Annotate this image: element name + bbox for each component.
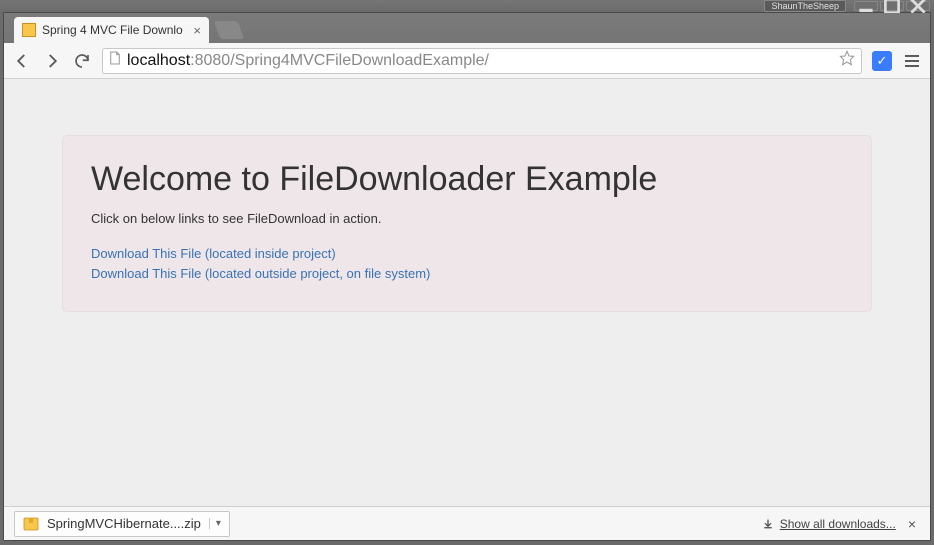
minimize-button[interactable] xyxy=(854,1,878,11)
tab-strip: Spring 4 MVC File Downlo × xyxy=(4,13,930,43)
page-icon xyxy=(109,51,121,70)
download-bar-close-icon[interactable]: × xyxy=(904,516,920,532)
reload-button[interactable] xyxy=(72,51,92,71)
url-text[interactable]: localhost:8080/Spring4MVCFileDownloadExa… xyxy=(127,52,833,70)
download-bar: SpringMVCHibernate....zip ▾ Show all dow… xyxy=(4,506,930,540)
page-subtext: Click on below links to see FileDownload… xyxy=(91,211,843,226)
hamburger-menu-icon[interactable] xyxy=(902,55,922,67)
window-titlebar: ShaunTheSheep xyxy=(0,0,934,12)
user-badge[interactable]: ShaunTheSheep xyxy=(764,0,846,12)
maximize-button[interactable] xyxy=(880,1,904,11)
back-button[interactable] xyxy=(12,51,32,71)
download-link-external[interactable]: Download This File (located outside proj… xyxy=(91,264,843,284)
new-tab-button[interactable] xyxy=(214,21,245,39)
show-all-downloads-label: Show all downloads... xyxy=(780,517,896,531)
download-link-internal[interactable]: Download This File (located inside proje… xyxy=(91,244,843,264)
download-arrow-icon xyxy=(762,518,774,530)
tab-title: Spring 4 MVC File Downlo xyxy=(42,23,187,37)
page-viewport: Welcome to FileDownloader Example Click … xyxy=(4,79,930,506)
download-item-menu-icon[interactable]: ▾ xyxy=(209,518,221,529)
url-host: localhost xyxy=(127,52,190,69)
download-file-name: SpringMVCHibernate....zip xyxy=(47,516,201,531)
download-item[interactable]: SpringMVCHibernate....zip ▾ xyxy=(14,511,230,537)
address-bar[interactable]: localhost:8080/Spring4MVCFileDownloadExa… xyxy=(102,48,862,74)
bookmark-star-icon[interactable] xyxy=(839,50,855,71)
toolbar: localhost:8080/Spring4MVCFileDownloadExa… xyxy=(4,43,930,79)
tab-close-icon[interactable]: × xyxy=(193,23,201,38)
favicon-icon xyxy=(22,23,36,37)
zip-file-icon xyxy=(23,516,39,532)
url-path: /Spring4MVCFileDownloadExample/ xyxy=(230,52,489,69)
content-panel: Welcome to FileDownloader Example Click … xyxy=(62,135,872,312)
forward-button[interactable] xyxy=(42,51,62,71)
browser-window: Spring 4 MVC File Downlo × localhost:808… xyxy=(3,12,931,541)
browser-tab[interactable]: Spring 4 MVC File Downlo × xyxy=(14,17,209,43)
extension-icon[interactable]: ✓ xyxy=(872,51,892,71)
close-window-button[interactable] xyxy=(906,1,930,11)
page-heading: Welcome to FileDownloader Example xyxy=(91,160,843,199)
url-port: :8080 xyxy=(190,52,230,69)
show-all-downloads-link[interactable]: Show all downloads... xyxy=(762,517,896,531)
